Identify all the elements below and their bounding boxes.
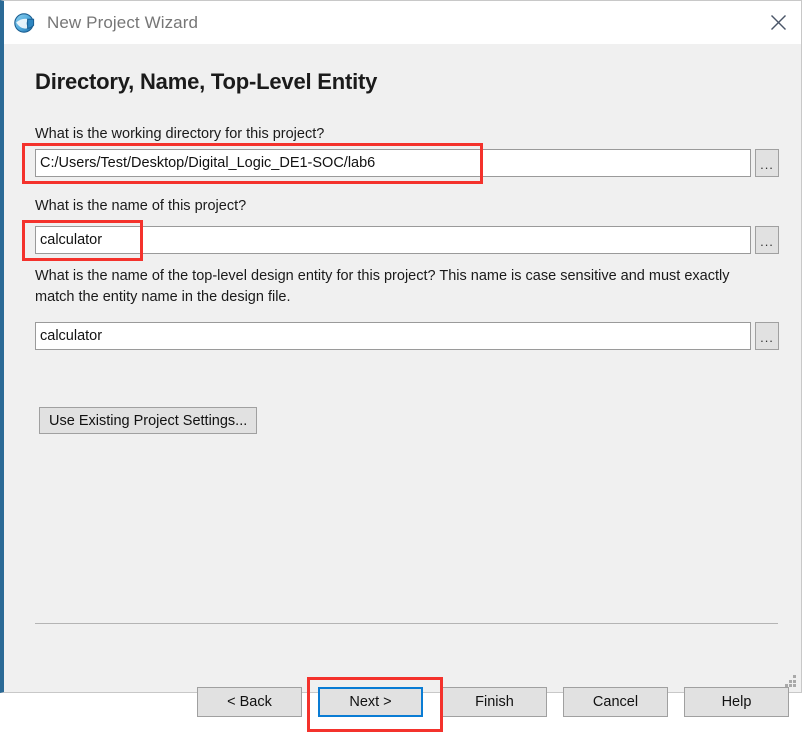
top-level-entity-input[interactable] (35, 322, 751, 350)
close-icon[interactable] (755, 1, 801, 44)
footer-divider (35, 623, 778, 624)
window-title: New Project Wizard (47, 12, 199, 32)
directory-input[interactable] (35, 149, 751, 177)
help-button[interactable]: Help (684, 687, 789, 717)
back-button[interactable]: < Back (197, 687, 302, 717)
project-name-browse-button[interactable]: ... (755, 226, 779, 254)
project-name-input[interactable] (35, 226, 751, 254)
quartus-globe-icon (12, 10, 38, 36)
page-title: Directory, Name, Top-Level Entity (35, 69, 378, 94)
dialog-content: Directory, Name, Top-Level Entity What i… (8, 44, 800, 732)
new-project-wizard-dialog: New Project Wizard Directory, Name, Top-… (0, 0, 802, 732)
top-level-entity-row: ... (35, 322, 779, 350)
working-directory-label: What is the working directory for this p… (35, 126, 325, 142)
resize-grip[interactable] (784, 675, 797, 688)
dialog-button-bar: < Back Next > Finish Cancel Help (8, 641, 800, 717)
cancel-button[interactable]: Cancel (563, 687, 668, 717)
top-level-entity-label: What is the name of the top-level design… (35, 268, 730, 305)
directory-browse-button[interactable]: ... (755, 149, 779, 177)
working-directory-row: ... (35, 149, 779, 177)
project-name-label: What is the name of this project? (35, 198, 247, 214)
title-bar: New Project Wizard (4, 1, 801, 44)
project-name-row: ... (35, 226, 779, 254)
use-existing-project-settings-button[interactable]: Use Existing Project Settings... (39, 407, 258, 434)
finish-button[interactable]: Finish (442, 687, 547, 717)
top-level-entity-browse-button[interactable]: ... (755, 322, 779, 350)
next-button[interactable]: Next > (318, 687, 423, 717)
